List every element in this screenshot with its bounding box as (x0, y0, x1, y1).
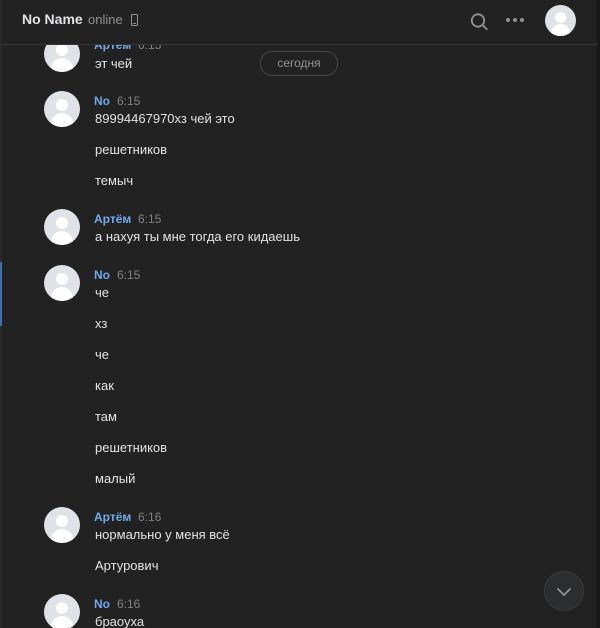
avatar[interactable] (44, 507, 80, 543)
message-text: как (95, 378, 114, 393)
message-time: 6:16 (138, 510, 162, 524)
chat-title[interactable]: No Name (22, 11, 83, 27)
more-button[interactable] (501, 8, 529, 36)
message-text: нормально у меня всё (95, 527, 230, 542)
message-text: темыч (95, 173, 134, 188)
avatar[interactable] (44, 91, 80, 127)
more-icon (506, 18, 524, 22)
chat-header: No Name online (2, 0, 597, 45)
scroll-down-button[interactable] (544, 571, 584, 611)
message-text: а нахуя ты мне тогда его кидаешь (95, 229, 300, 244)
message-text: че (95, 285, 110, 300)
chevron-down-icon (557, 588, 571, 596)
message-time: 6:16 (117, 597, 141, 611)
message-author[interactable]: No (94, 268, 110, 282)
avatar[interactable] (44, 594, 80, 628)
message-text: че (95, 347, 110, 362)
online-status: online (88, 12, 123, 27)
message-author[interactable]: No (94, 94, 110, 108)
phone-icon (131, 14, 138, 26)
message-time: 6:15 (117, 268, 141, 282)
date-badge[interactable]: сегодня (260, 51, 338, 76)
message-text: 89994467970хз чей это (95, 111, 235, 126)
message-author[interactable]: Артём (94, 510, 131, 524)
message-text: эт чей (95, 56, 133, 71)
message-text: хз (95, 316, 108, 331)
search-icon (470, 13, 488, 31)
message-text: там (95, 409, 117, 424)
message-text: Артурович (95, 558, 159, 573)
message-author[interactable]: No (94, 597, 110, 611)
avatar[interactable] (44, 265, 80, 301)
chat-window: Артём 6:15 эт чей No 6:15 89994467970хз … (0, 0, 600, 628)
message-text: малый (95, 471, 136, 486)
message-author[interactable]: Артём (94, 212, 131, 226)
avatar[interactable] (44, 209, 80, 245)
search-button[interactable] (465, 8, 493, 36)
chat-avatar[interactable] (545, 5, 576, 36)
message-list[interactable]: Артём 6:15 эт чей No 6:15 89994467970хз … (2, 0, 597, 628)
message-text: решетников (95, 440, 168, 455)
message-time: 6:15 (138, 212, 162, 226)
message-text: решетников (95, 142, 168, 157)
message-text: браоуха (95, 614, 145, 628)
message-time: 6:15 (117, 94, 141, 108)
